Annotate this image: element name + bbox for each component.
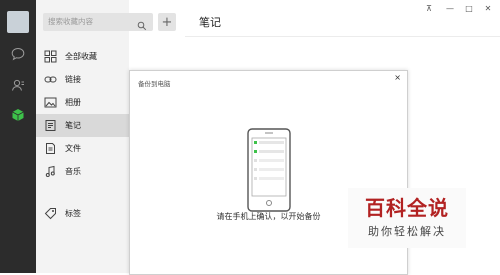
page-title: 笔记 xyxy=(199,16,221,29)
add-button[interactable]: + xyxy=(158,13,176,31)
tag-icon xyxy=(44,208,56,220)
close-window-button[interactable]: ✕ xyxy=(481,3,495,15)
watermark: 百科全说 助你轻松解决 xyxy=(348,188,466,248)
avatar[interactable] xyxy=(7,11,29,33)
sidebar-item-music[interactable]: 音乐 xyxy=(36,160,129,183)
phone-icon xyxy=(247,128,291,212)
music-icon xyxy=(45,165,55,177)
sidebar-item-label: 全部收藏 xyxy=(65,52,97,61)
sidebar-item-notes[interactable]: 笔记 xyxy=(36,114,129,137)
watermark-title: 百科全说 xyxy=(365,196,449,220)
chat-icon[interactable] xyxy=(7,43,29,65)
sidebar-item-label: 相册 xyxy=(65,98,81,107)
dialog-title: 备份到电脑 xyxy=(138,80,171,88)
sidebar-item-links[interactable]: 链接 xyxy=(36,68,129,91)
sidebar-item-label: 链接 xyxy=(65,75,81,84)
sidebar-item-files[interactable]: 文件 xyxy=(36,137,129,160)
pin-button[interactable]: ⊼ xyxy=(422,3,436,15)
sidebar-item-tags[interactable]: 标签 xyxy=(36,202,129,225)
watermark-subtitle: 助你轻松解决 xyxy=(368,225,446,238)
minimize-button[interactable]: — xyxy=(443,3,457,15)
image-icon xyxy=(44,97,57,108)
dialog-close-button[interactable]: × xyxy=(394,73,401,82)
sidebar-item-album[interactable]: 相册 xyxy=(36,91,129,114)
header-divider xyxy=(185,36,500,37)
sidebar-item-label: 笔记 xyxy=(65,121,81,130)
search-placeholder: 搜索收藏内容 xyxy=(48,17,93,26)
contacts-icon[interactable] xyxy=(7,74,29,96)
favorites-cube-icon[interactable] xyxy=(7,104,29,126)
sidebar-item-label: 标签 xyxy=(65,209,81,218)
search-input[interactable]: 搜索收藏内容 xyxy=(43,13,153,31)
maximize-button[interactable]: □ xyxy=(462,3,476,15)
note-icon xyxy=(45,120,56,131)
link-icon xyxy=(44,76,57,83)
left-rail xyxy=(0,0,36,273)
sidebar-item-label: 音乐 xyxy=(65,167,81,176)
search-icon[interactable] xyxy=(137,16,147,35)
sidebar-item-all[interactable]: 全部收藏 xyxy=(36,45,129,68)
grid-icon xyxy=(44,50,57,63)
sidebar-item-label: 文件 xyxy=(65,144,81,153)
file-icon xyxy=(46,143,55,154)
